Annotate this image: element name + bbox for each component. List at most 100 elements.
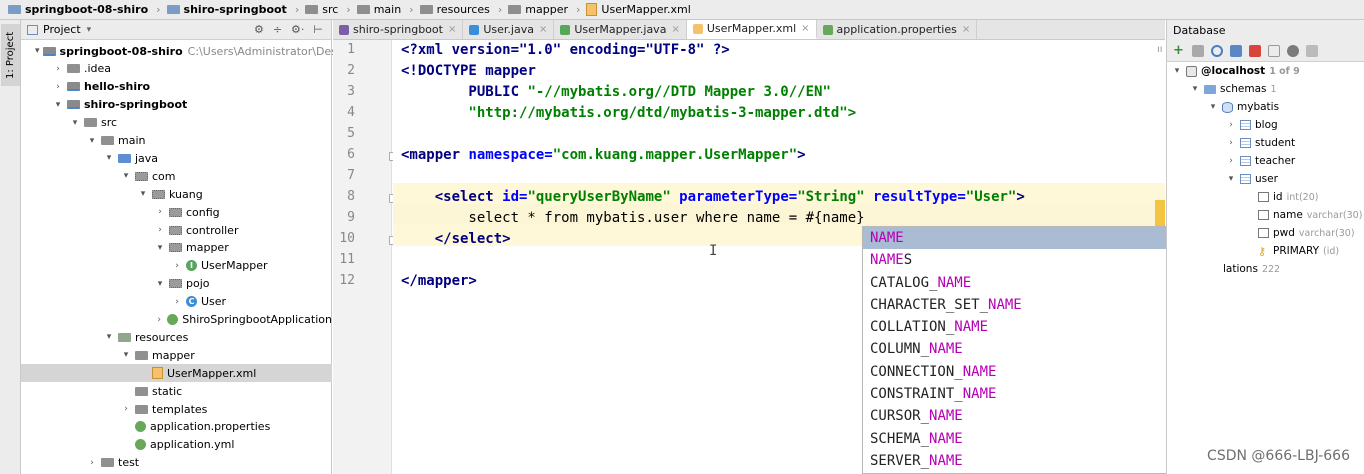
copy-icon[interactable] — [1192, 44, 1204, 57]
table-view-icon[interactable] — [1268, 44, 1280, 57]
project-tree-item[interactable]: › templates — [21, 400, 332, 418]
collapse-icon[interactable]: ÷ — [273, 23, 282, 36]
expand-arrow-icon[interactable]: ▾ — [1207, 102, 1219, 112]
stop-icon[interactable] — [1249, 44, 1261, 57]
close-icon[interactable]: × — [962, 24, 970, 35]
project-view-selector[interactable]: Project — [43, 23, 81, 36]
project-tree-item[interactable]: application.yml — [21, 436, 332, 454]
project-tree-item[interactable]: static — [21, 382, 332, 400]
expand-arrow-icon[interactable]: ▾ — [35, 46, 40, 56]
editor-tab[interactable]: application.properties × — [817, 20, 978, 39]
collapse-arrow-icon[interactable]: › — [1225, 138, 1237, 148]
collapse-arrow-icon[interactable]: › — [120, 404, 132, 414]
editor-tab[interactable]: shiro-springboot × — [333, 20, 464, 39]
sync-icon[interactable] — [1230, 44, 1242, 57]
close-icon[interactable]: × — [671, 24, 679, 35]
database-tree-item[interactable]: id int(20) — [1167, 188, 1364, 206]
collapse-arrow-icon[interactable]: › — [1225, 156, 1237, 166]
project-tree-item[interactable]: ▾ pojo — [21, 275, 332, 293]
project-tree-item[interactable]: ▾ mapper — [21, 346, 332, 364]
close-icon[interactable]: × — [539, 24, 547, 35]
line-number: 5 — [347, 126, 355, 141]
expand-arrow-icon[interactable]: ▾ — [120, 171, 132, 181]
expand-arrow-icon[interactable]: ▾ — [52, 100, 64, 110]
project-tree-item[interactable]: ▾ shiro-springboot — [21, 96, 332, 114]
project-tree-item[interactable]: › .idea — [21, 60, 332, 78]
breadcrumb-item[interactable]: UserMapper.xml — [586, 3, 691, 16]
database-tree-item[interactable]: › student — [1167, 134, 1364, 152]
breadcrumb-item[interactable]: shiro-springboot — [166, 3, 287, 16]
collapse-arrow-icon[interactable]: › — [52, 64, 64, 74]
project-tree-item[interactable]: › controller — [21, 221, 332, 239]
project-tree-item[interactable]: › C User — [21, 293, 332, 311]
refresh-icon[interactable] — [1211, 44, 1223, 57]
collapse-arrow-icon[interactable]: › — [1225, 120, 1237, 130]
project-tree-item[interactable]: ▾ mapper — [21, 239, 332, 257]
project-tree-item[interactable]: application.properties — [21, 418, 332, 436]
breadcrumb-item[interactable]: src — [305, 3, 338, 16]
collapse-arrow-icon[interactable]: › — [154, 207, 166, 217]
editor-tab[interactable]: UserMapper.xml × — [686, 20, 817, 39]
gear-icon[interactable]: ⚙· — [291, 23, 304, 36]
editor-tab[interactable]: UserMapper.java × — [554, 20, 687, 39]
database-tree-item[interactable]: › blog — [1167, 116, 1364, 134]
database-tree-item[interactable]: ▾ schemas 1 — [1167, 80, 1364, 98]
collapse-arrow-icon[interactable]: › — [171, 297, 183, 307]
breadcrumb-item[interactable]: main — [356, 3, 401, 16]
expand-arrow-icon[interactable]: ▾ — [1225, 174, 1237, 184]
breadcrumb-item[interactable]: mapper — [508, 3, 568, 16]
database-tree-item[interactable]: lations 222 — [1167, 260, 1364, 278]
project-tree-item[interactable]: UserMapper.xml — [21, 364, 332, 383]
project-tree-item[interactable]: ▾ kuang — [21, 185, 332, 203]
collapse-arrow-icon[interactable]: › — [154, 315, 164, 325]
project-tree-item[interactable]: › ShiroSpringbootApplication — [21, 311, 332, 329]
expand-arrow-icon[interactable]: ▾ — [120, 350, 132, 360]
settings-icon[interactable] — [1287, 44, 1299, 57]
project-tree-item[interactable]: › I UserMapper — [21, 257, 332, 275]
project-tool-tab[interactable]: 1: Project — [1, 24, 20, 86]
collapse-arrow-icon[interactable]: › — [171, 261, 183, 271]
database-tree-item[interactable]: pwd varchar(30) — [1167, 224, 1364, 242]
settings-icon[interactable]: ⚙ — [254, 23, 264, 36]
warning-stripe[interactable] — [1155, 200, 1165, 228]
collapse-arrow-icon[interactable]: › — [154, 225, 166, 235]
hide-icon[interactable]: ⊢ — [313, 23, 323, 36]
project-tree-item[interactable]: ▾ com — [21, 167, 332, 185]
expand-arrow-icon[interactable]: ▾ — [86, 136, 98, 146]
database-tree-item[interactable]: name varchar(30) — [1167, 206, 1364, 224]
close-icon[interactable]: × — [448, 24, 456, 35]
project-tree-item[interactable]: ▾ springboot-08-shiro C:\Users\Administrat… — [21, 42, 372, 60]
chevron-down-icon[interactable]: ▾ — [87, 25, 92, 35]
expand-arrow-icon[interactable]: ▾ — [154, 243, 166, 253]
project-tree-item[interactable]: ▾ resources — [21, 328, 332, 346]
left-tool-stripe: 1: Project — [0, 20, 21, 474]
database-tree-item[interactable]: ▾ user — [1167, 170, 1364, 188]
xml-declaration: <?xml version="1.0" encoding="UTF-8" ?> — [401, 42, 730, 58]
project-tree-item[interactable]: ▾ main — [21, 132, 332, 150]
breadcrumb-item[interactable]: springboot-08-shiro — [8, 3, 148, 16]
collapse-arrow-icon[interactable]: › — [52, 82, 64, 92]
expand-arrow-icon[interactable]: ▾ — [154, 279, 166, 289]
database-tree-item[interactable]: › teacher — [1167, 152, 1364, 170]
expand-arrow-icon[interactable]: ▾ — [1189, 84, 1201, 94]
project-tree-item[interactable]: ▾ java — [21, 149, 332, 167]
expand-arrow-icon[interactable]: ▾ — [137, 189, 149, 199]
expand-arrow-icon[interactable]: ▾ — [103, 332, 115, 342]
close-icon[interactable]: × — [801, 23, 809, 34]
filter-icon[interactable] — [1306, 44, 1318, 57]
expand-arrow-icon[interactable]: ▾ — [69, 118, 81, 128]
project-tree-item[interactable]: › config — [21, 203, 332, 221]
breadcrumb-item[interactable]: resources — [419, 3, 490, 16]
database-tree-item[interactable]: ▾ @localhost 1 of 9 — [1167, 62, 1364, 80]
add-icon[interactable]: + — [1173, 44, 1185, 57]
project-tree-item[interactable]: › test — [21, 454, 332, 472]
editor-tab[interactable]: User.java × — [463, 20, 555, 39]
expand-arrow-icon[interactable]: ▾ — [103, 153, 115, 163]
project-tree-item[interactable]: ▾ src — [21, 114, 332, 132]
project-tree-item[interactable]: › hello-shiro — [21, 78, 332, 96]
database-tree-item[interactable]: ▾ mybatis — [1167, 98, 1364, 116]
collapse-arrow-icon[interactable]: › — [86, 458, 98, 468]
expand-arrow-icon[interactable]: ▾ — [1171, 66, 1183, 76]
breadcrumb-separator: › — [346, 3, 351, 16]
database-tree-item[interactable]: ⚷ PRIMARY (id) — [1167, 242, 1364, 260]
